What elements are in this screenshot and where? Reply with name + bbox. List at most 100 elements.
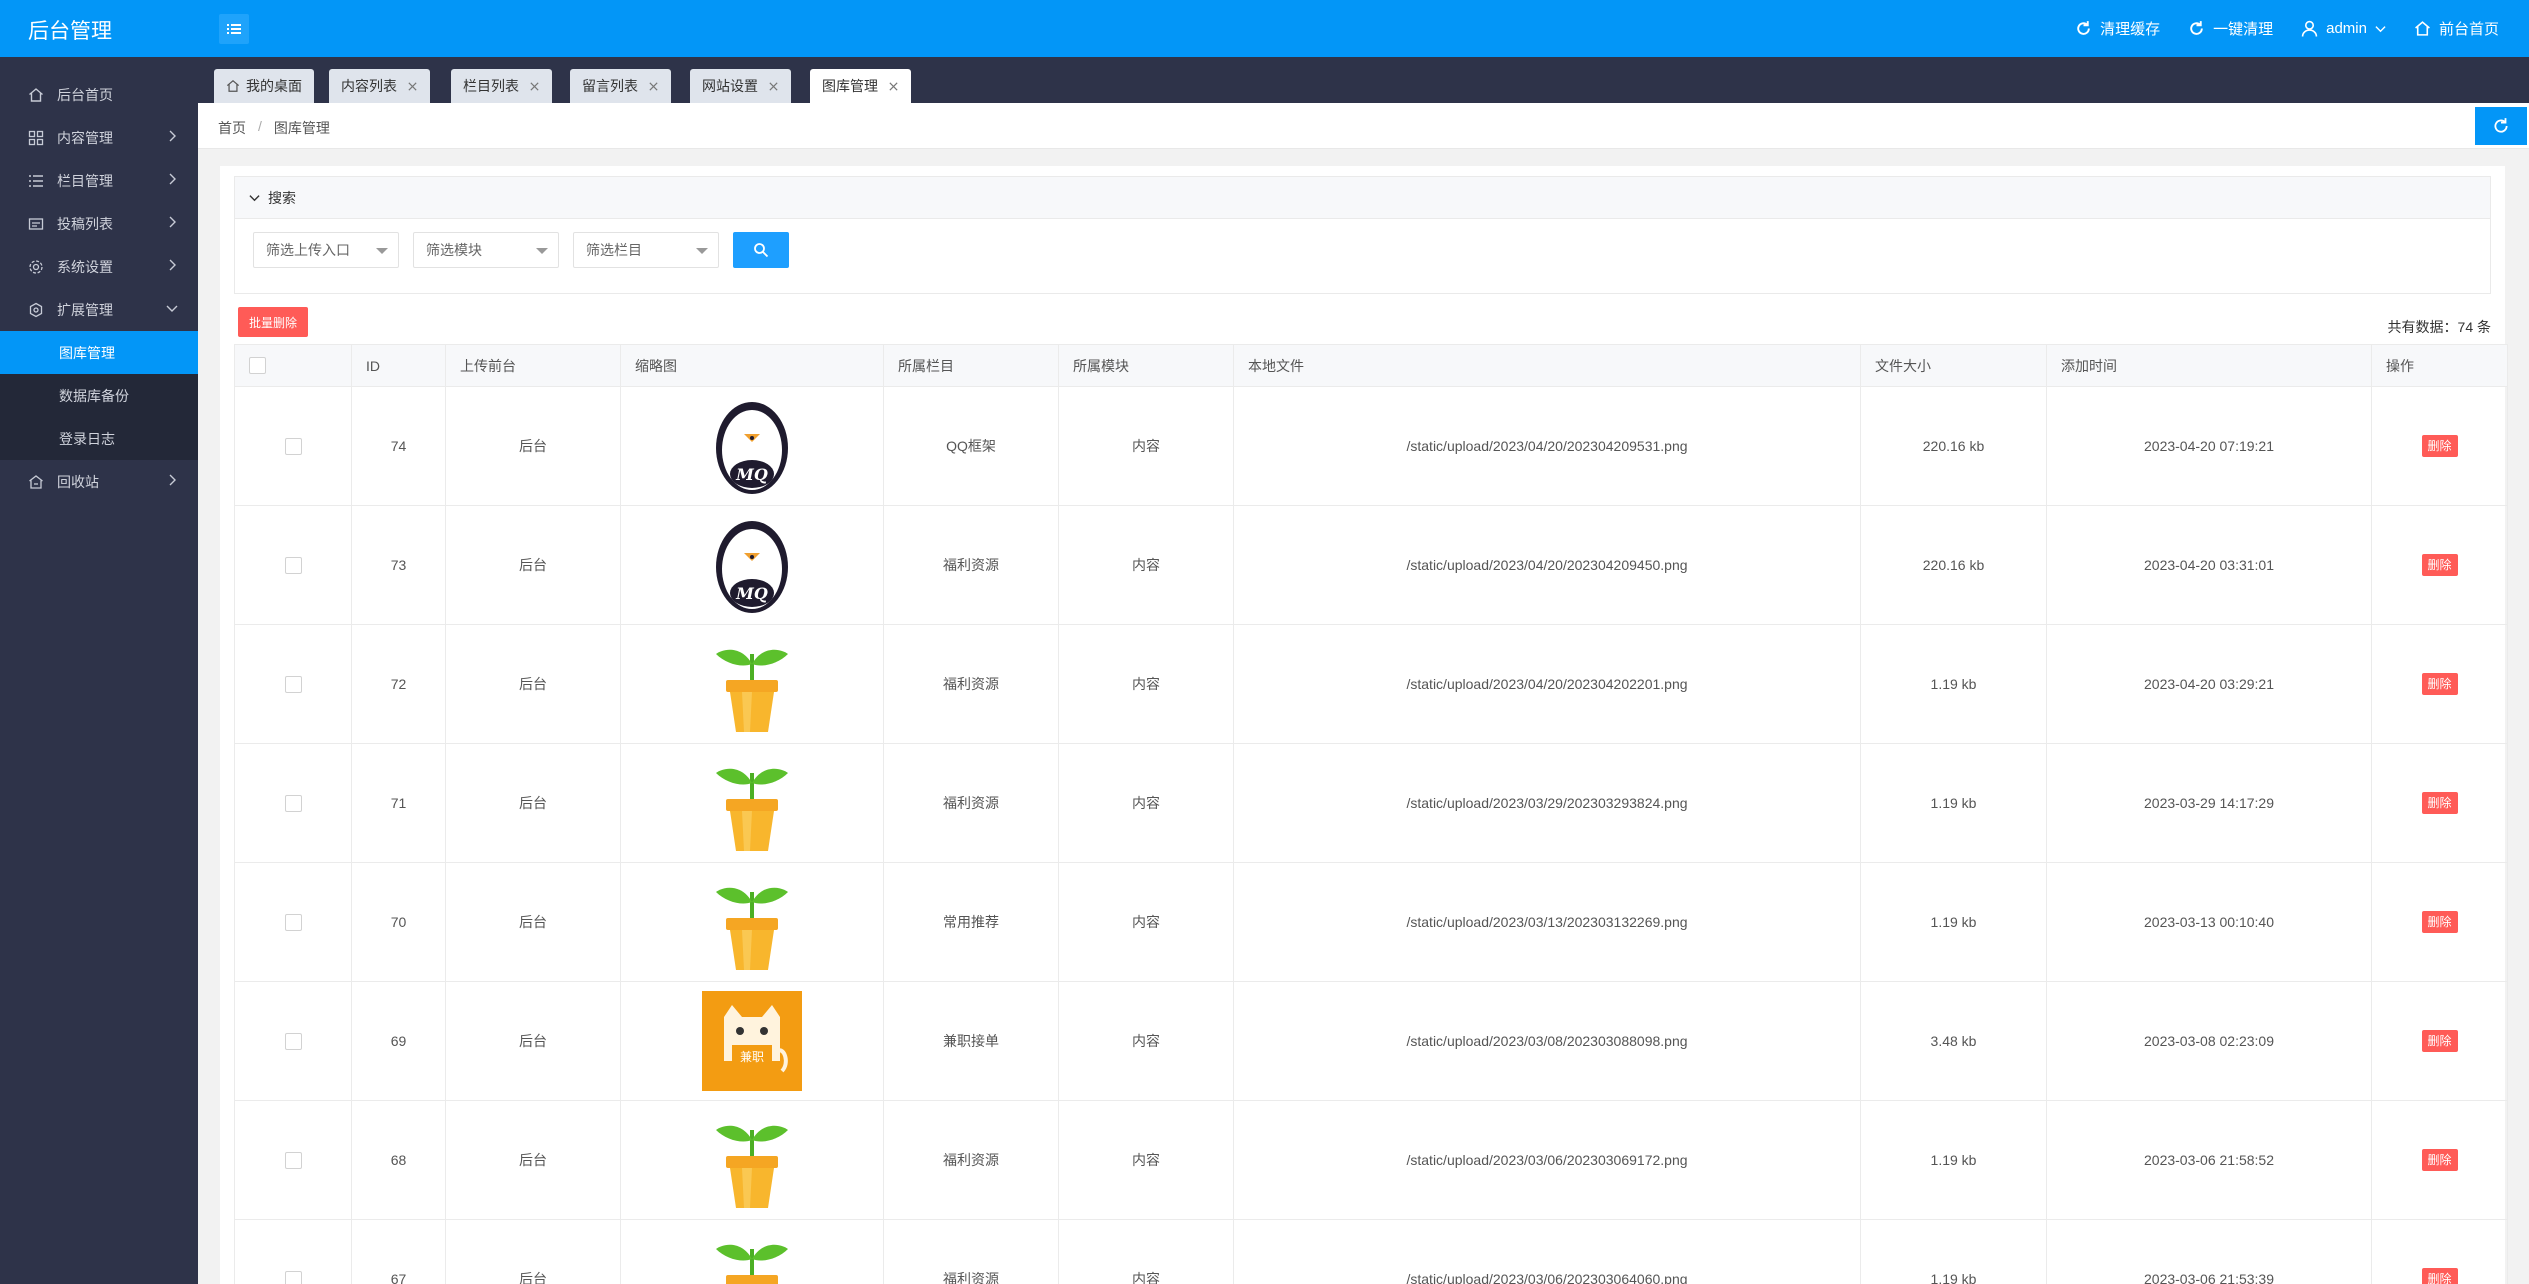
svg-text:MQ: MQ [735,584,768,603]
close-icon[interactable] [407,81,418,92]
refresh-icon [2077,21,2090,35]
close-icon[interactable] [529,81,540,92]
delete-button[interactable]: 删除 [2421,435,2458,457]
tab-gallery[interactable]: 图库管理 [810,69,911,103]
cell-file: /static/upload/2023/04/20/202304209450.p… [1233,505,1861,625]
tab-content-list[interactable]: 内容列表 [329,69,430,103]
delete-button[interactable]: 删除 [2421,1149,2458,1171]
row-select-cell [234,981,352,1101]
chevron-right-icon [169,216,176,228]
sidebar-item-login-log[interactable]: 登录日志 [0,417,198,460]
breadcrumb-home[interactable]: 首页 [218,118,246,138]
username: admin [2326,20,2367,37]
cell-column: 福利资源 [883,624,1059,744]
sidebar-item-content[interactable]: 内容管理 [0,116,198,159]
search-button[interactable] [733,232,789,268]
plant-pot-icon [716,1125,788,1208]
tab-column-list[interactable]: 栏目列表 [451,69,552,103]
cell-size: 220.16 kb [1860,505,2047,625]
cell-module: 内容 [1058,743,1234,863]
clear-cache-button[interactable]: 清理缓存 [2061,0,2174,57]
table-row: 69 后台 兼职 兼职接单 内容/static/upload/2023/03/08/20… [234,981,2508,1101]
extensions-submenu: 图库管理 数据库备份 登录日志 [0,331,198,460]
gallery-table: ID 上传前台 缩略图 所属栏目 所属模块 本地文件 文件大小 添加时间 操作 … [234,344,2508,1284]
column-select[interactable]: 筛选栏目 [573,232,719,268]
sidebar-item-label: 内容管理 [57,129,113,146]
row-checkbox[interactable] [284,556,302,574]
sidebar-item-extensions[interactable]: 扩展管理 [0,288,198,331]
list-icon [29,174,43,187]
row-select-cell [234,1219,352,1284]
tab-site-settings[interactable]: 网站设置 [690,69,791,103]
tab-label: 栏目列表 [463,78,519,94]
select-placeholder: 筛选上传入口 [266,242,350,258]
cell-actions: 删除 [2371,1100,2508,1220]
sidebar-item-dashboard[interactable]: 后台首页 [0,73,198,116]
cell-thumbnail[interactable] [620,862,884,982]
delete-button[interactable]: 删除 [2421,1268,2458,1284]
module-select[interactable]: 筛选模块 [413,232,559,268]
cell-thumbnail[interactable]: MQ [620,386,884,506]
cell-thumbnail[interactable]: MQ [620,505,884,625]
cell-column: 兼职接单 [883,981,1059,1101]
tab-label: 图库管理 [822,78,878,94]
cell-thumbnail[interactable]: 兼职 [620,981,884,1101]
sidebar-item-gallery[interactable]: 图库管理 [0,331,198,374]
column-header: 添加时间 [2046,344,2372,387]
table-row: 71 后台 福利资源 内容/static/upload/2023/03/29/2023… [234,743,2508,863]
tab-message-list[interactable]: 留言列表 [570,69,671,103]
cell-size: 1.19 kb [1860,624,2047,744]
row-checkbox[interactable] [284,437,302,455]
search-panel-header[interactable]: 搜索 [235,177,2490,219]
refresh-page-button[interactable] [2475,107,2527,145]
delete-button[interactable]: 删除 [2421,673,2458,695]
cell-id: 73 [351,505,446,625]
sidebar-item-db-backup[interactable]: 数据库备份 [0,374,198,417]
close-icon[interactable] [648,81,659,92]
column-header: 上传前台 [445,344,621,387]
cell-source: 后台 [445,505,621,625]
tab-desktop[interactable]: 我的桌面 [214,69,314,103]
delete-button[interactable]: 删除 [2421,1030,2458,1052]
row-checkbox[interactable] [284,794,302,812]
one-click-clean-button[interactable]: 一键清理 [2174,0,2287,57]
cell-module: 内容 [1058,862,1234,982]
row-select-cell [234,1100,352,1220]
sidebar-item-recycle[interactable]: 回收站 [0,460,198,503]
sidebar-item-submissions[interactable]: 投稿列表 [0,202,198,245]
home-icon [226,79,240,92]
search-title: 搜索 [268,189,296,206]
row-checkbox[interactable] [284,1270,302,1284]
row-checkbox[interactable] [284,1032,302,1050]
delete-button[interactable]: 删除 [2421,911,2458,933]
breadcrumb-bar: 首页 / 图库管理 [198,103,2529,149]
cell-thumbnail[interactable] [620,1219,884,1284]
cell-time: 2023-04-20 03:29:21 [2046,624,2372,744]
select-all-checkbox[interactable] [249,357,266,375]
column-header: 缩略图 [620,344,884,387]
chevron-down-icon [249,195,260,202]
chevron-down-icon [166,305,178,312]
sidebar-item-columns[interactable]: 栏目管理 [0,159,198,202]
cell-thumbnail[interactable] [620,624,884,744]
cell-thumbnail[interactable] [620,743,884,863]
close-icon[interactable] [768,81,779,92]
delete-button[interactable]: 删除 [2421,792,2458,814]
upload-source-select[interactable]: 筛选上传入口 [253,232,399,268]
cell-time: 2023-03-08 02:23:09 [2046,981,2372,1101]
close-icon[interactable] [888,81,899,92]
delete-button[interactable]: 删除 [2421,554,2458,576]
row-select-cell [234,743,352,863]
row-checkbox[interactable] [284,913,302,931]
batch-delete-button[interactable]: 批量删除 [238,307,308,337]
cell-actions: 删除 [2371,862,2508,982]
menu-toggle-button[interactable] [219,14,249,44]
row-checkbox[interactable] [284,675,302,693]
front-home-link[interactable]: 前台首页 [2400,0,2513,57]
table-row: 70 后台 常用推荐 内容/static/upload/2023/03/13/2023… [234,862,2508,982]
sidebar-item-settings[interactable]: 系统设置 [0,245,198,288]
row-checkbox[interactable] [284,1151,302,1169]
cell-thumbnail[interactable] [620,1100,884,1220]
search-icon [754,243,769,258]
user-menu[interactable]: admin [2287,0,2400,57]
